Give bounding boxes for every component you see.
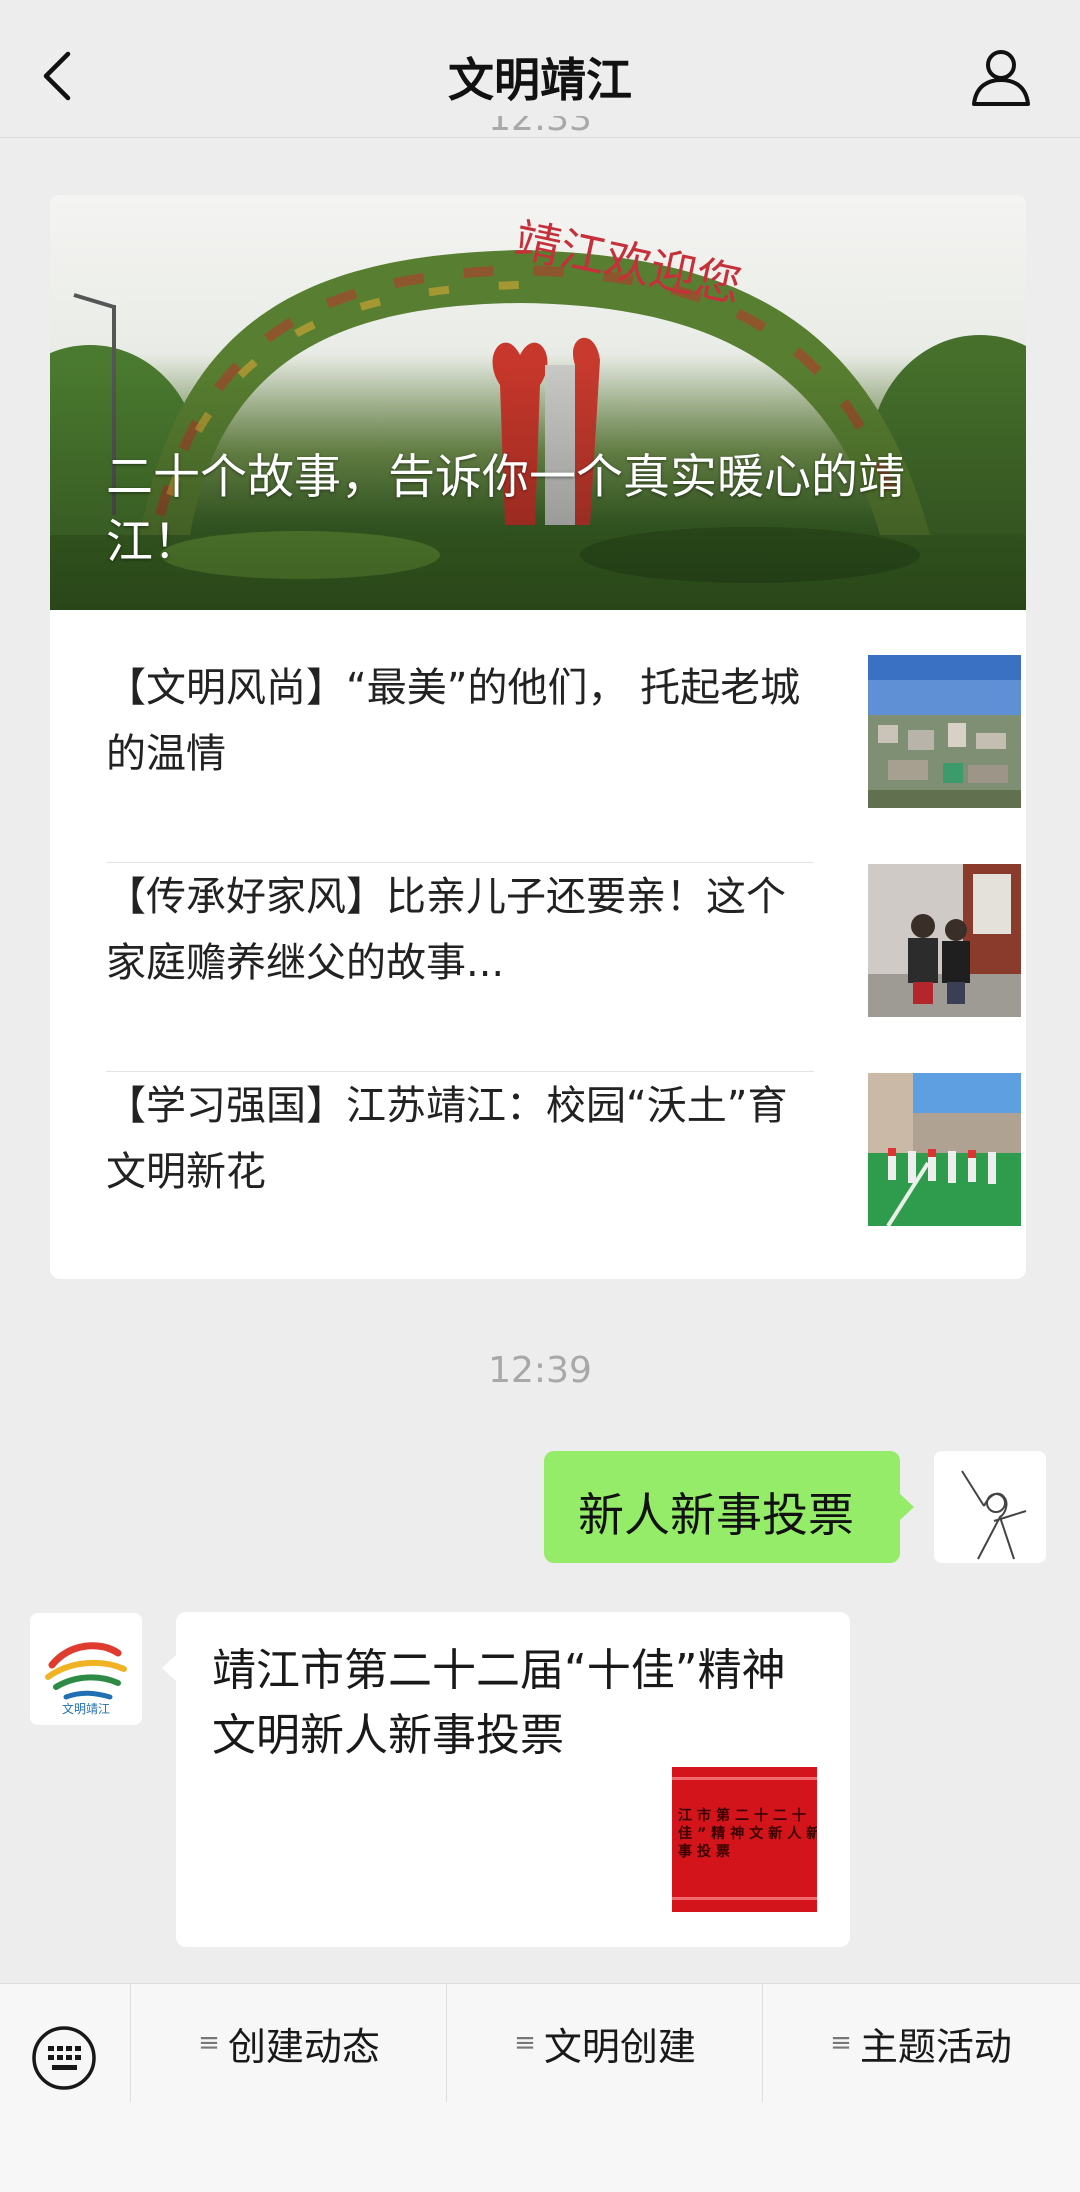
article-thumbnail-cityscape [868, 655, 1021, 808]
official-account-avatar[interactable]: 文明靖江 [30, 1613, 142, 1725]
menu-label: 文明创建 [543, 2024, 696, 2069]
article-item[interactable]: 【学习强国】江苏靖江：校园“沃土”育文明新花 [106, 1073, 1021, 1279]
article-thumbnail-school [868, 1073, 1021, 1226]
bottom-menu-bar: ≡ 创建动态 ≡ 文明创建 ≡ 主题活动 [0, 1983, 1080, 2192]
cover-image[interactable]: 靖江欢迎您 二十个故事，告诉你一个真实暖心的靖江！ [50, 195, 1026, 610]
article-divider [106, 862, 814, 863]
outgoing-message-bubble[interactable]: 新人新事投票 [544, 1451, 914, 1563]
menu-create-news[interactable]: ≡ 创建动态 [130, 1984, 447, 2102]
outgoing-message-text: 新人新事投票 [578, 1488, 854, 1542]
person-icon[interactable] [970, 48, 1032, 106]
previous-timestamp: 12:33 [488, 116, 592, 138]
vote-thumbnail-text: 江市第二十二十佳”精神文新人新事投票 [678, 1808, 817, 1860]
svg-text:文明靖江: 文明靖江 [62, 1701, 110, 1716]
article-card[interactable]: 靖江欢迎您 二十个故事，告诉你一个真实暖心的靖江！ 【文明风尚】“最美”的他们，… [50, 195, 1026, 1279]
article-item[interactable]: 【传承好家风】比亲儿子还要亲！这个家庭赡养继父的故事... [106, 864, 1021, 1073]
article-thumbnail-family [868, 864, 1021, 1017]
menu-civilization-creation[interactable]: ≡ 文明创建 [446, 1984, 763, 2102]
incoming-message-bubble[interactable]: 靖江市第二十二届“十佳”精神文明新人新事投票 江市第二十二十佳”精神文新人新事投… [162, 1612, 850, 1947]
menu-label: 创建动态 [227, 2024, 380, 2069]
article-title: 【学习强国】江苏靖江：校园“沃土”育文明新花 [106, 1083, 788, 1195]
timestamp: 12:39 [488, 1350, 592, 1391]
menu-lines-icon: ≡ [198, 2028, 220, 2058]
keyboard-icon[interactable] [30, 2024, 98, 2092]
article-title: 【文明风尚】“最美”的他们， 托起老城的温情 [106, 665, 801, 777]
menu-label: 主题活动 [859, 2024, 1012, 2069]
article-item[interactable]: 【文明风尚】“最美”的他们， 托起老城的温情 [106, 655, 1021, 864]
menu-lines-icon: ≡ [514, 2028, 536, 2058]
article-title: 【传承好家风】比亲儿子还要亲！这个家庭赡养继父的故事... [106, 874, 786, 986]
my-avatar[interactable] [934, 1451, 1046, 1563]
article-divider [106, 1071, 814, 1072]
incoming-message-text: 靖江市第二十二届“十佳”精神文明新人新事投票 [212, 1645, 786, 1761]
menu-lines-icon: ≡ [830, 2028, 852, 2058]
vote-thumbnail: 江市第二十二十佳”精神文新人新事投票 [672, 1767, 817, 1912]
chat-title: 文明靖江 [448, 53, 632, 107]
cover-title: 二十个故事，告诉你一个真实暖心的靖江！ [106, 450, 905, 570]
menu-theme-activities[interactable]: ≡ 主题活动 [762, 1984, 1079, 2102]
